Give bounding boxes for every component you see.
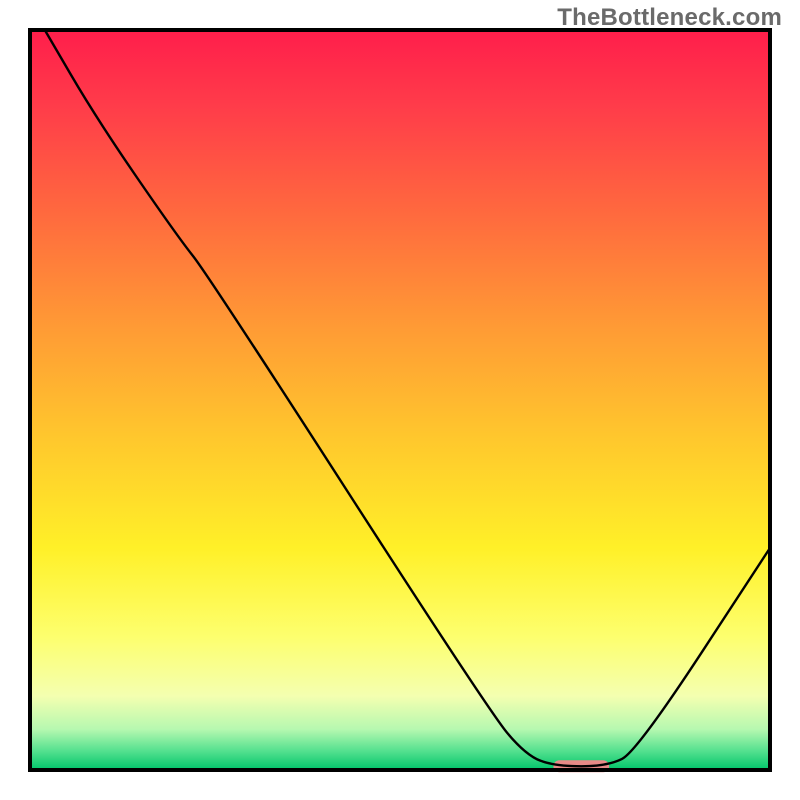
chart-stage: TheBottleneck.com	[0, 0, 800, 800]
gradient-fill	[30, 30, 770, 770]
watermark-text: TheBottleneck.com	[557, 4, 782, 32]
plot-area	[30, 30, 770, 772]
bottleneck-chart	[0, 0, 800, 800]
